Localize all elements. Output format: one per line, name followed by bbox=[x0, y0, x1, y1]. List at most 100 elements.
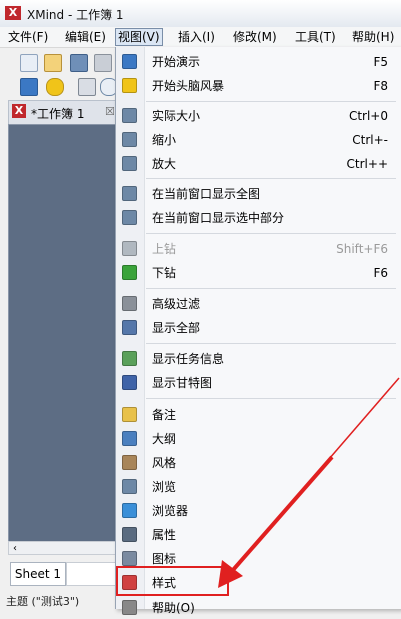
menu-item-notes[interactable]: 备注 bbox=[116, 404, 401, 426]
drill-up-icon bbox=[122, 241, 137, 256]
sheet-tab[interactable]: Sheet 1 bbox=[10, 562, 66, 586]
menu-separator bbox=[146, 398, 396, 399]
browser-icon bbox=[122, 503, 137, 518]
scroll-left-arrow-icon[interactable]: ‹ bbox=[13, 543, 17, 554]
menu-item-help-partial[interactable]: 帮助(O) bbox=[116, 597, 401, 619]
menu-separator bbox=[146, 101, 396, 102]
horizontal-scrollbar[interactable]: ‹ bbox=[8, 541, 116, 555]
menu-item-outline[interactable]: 大纲 bbox=[116, 428, 401, 450]
menu-separator bbox=[146, 178, 396, 179]
menu-help[interactable]: 帮助(H) bbox=[350, 29, 396, 45]
menu-item-fit-map[interactable]: 在当前窗口显示全图 bbox=[116, 183, 401, 205]
menu-item-label: 图标 bbox=[152, 552, 177, 566]
menu-item-label: 大纲 bbox=[152, 432, 177, 446]
menu-item-label: 在当前窗口显示选中部分 bbox=[152, 211, 285, 225]
menu-item-label: 显示甘特图 bbox=[152, 376, 213, 390]
browse-icon bbox=[122, 479, 137, 494]
menu-tools[interactable]: 工具(T) bbox=[293, 29, 338, 45]
window-title: XMind - 工作簿 1 bbox=[27, 8, 124, 22]
menu-item-drill-up[interactable]: 上钻 Shift+F6 bbox=[116, 238, 401, 260]
menu-file[interactable]: 文件(F) bbox=[6, 29, 50, 45]
menu-item-label: 缩小 bbox=[152, 133, 177, 147]
save-icon[interactable] bbox=[70, 54, 88, 72]
close-tab-icon[interactable]: ☒ bbox=[105, 105, 115, 118]
menu-item-shortcut: F6 bbox=[373, 266, 388, 280]
menu-item-label: 浏览器 bbox=[152, 504, 189, 518]
notes-icon bbox=[122, 407, 137, 422]
menu-edit[interactable]: 编辑(E) bbox=[63, 29, 108, 45]
menu-item-label: 下钻 bbox=[152, 266, 177, 280]
menu-item-label: 帮助(O) bbox=[152, 601, 195, 615]
filter-icon bbox=[122, 296, 137, 311]
menu-item-shortcut: F5 bbox=[373, 55, 388, 69]
menu-separator bbox=[146, 233, 396, 234]
menu-item-label: 在当前窗口显示全图 bbox=[152, 187, 261, 201]
print-icon[interactable] bbox=[94, 54, 112, 72]
menu-item-shortcut: F8 bbox=[373, 79, 388, 93]
menu-item-label: 上钻 bbox=[152, 242, 177, 256]
gantt-icon bbox=[122, 375, 137, 390]
menu-item-start-brainstorm[interactable]: 开始头脑风暴 F8 bbox=[116, 75, 401, 97]
menu-item-style[interactable]: 风格 bbox=[116, 452, 401, 474]
menu-item-actual-size[interactable]: 实际大小 Ctrl+0 bbox=[116, 105, 401, 127]
menu-item-label: 显示全部 bbox=[152, 321, 201, 335]
icons-icon bbox=[122, 551, 137, 566]
menu-item-properties[interactable]: 属性 bbox=[116, 524, 401, 546]
drill-down-icon bbox=[122, 265, 137, 280]
help-icon bbox=[122, 600, 137, 615]
menu-item-zoom-out[interactable]: 缩小 Ctrl+- bbox=[116, 129, 401, 151]
show-all-icon bbox=[122, 320, 137, 335]
menu-item-browse[interactable]: 浏览 bbox=[116, 476, 401, 498]
menu-item-label: 浏览 bbox=[152, 480, 177, 494]
menu-item-label: 开始头脑风暴 bbox=[152, 79, 225, 93]
brainstorm-icon[interactable] bbox=[46, 78, 64, 96]
zoom-in-icon bbox=[122, 156, 137, 171]
menu-item-shortcut: Ctrl++ bbox=[346, 157, 388, 171]
menu-item-label: 风格 bbox=[152, 456, 177, 470]
mind-map-canvas[interactable] bbox=[8, 124, 118, 542]
menu-item-drill-down[interactable]: 下钻 F6 bbox=[116, 262, 401, 284]
menu-item-label: 属性 bbox=[152, 528, 177, 542]
presentation-icon[interactable] bbox=[20, 78, 38, 96]
sheet-tab-area bbox=[66, 562, 118, 586]
title-bar: X XMind - 工作簿 1 bbox=[0, 0, 401, 28]
menu-item-label: 开始演示 bbox=[152, 55, 201, 69]
menu-item-shortcut: Ctrl+- bbox=[352, 133, 388, 147]
fit-map-icon bbox=[122, 186, 137, 201]
menu-separator bbox=[146, 343, 396, 344]
export-icon[interactable] bbox=[78, 78, 96, 96]
workbook-tab[interactable]: X *工作簿 1 ☒ bbox=[8, 100, 122, 125]
menu-separator bbox=[146, 288, 396, 289]
toolbar-row-2 bbox=[0, 76, 120, 98]
task-info-icon bbox=[122, 351, 137, 366]
status-bar: 主题 ("测试3") bbox=[6, 595, 80, 608]
new-file-icon[interactable] bbox=[20, 54, 38, 72]
highlight-box bbox=[116, 566, 229, 596]
menu-item-zoom-in[interactable]: 放大 Ctrl++ bbox=[116, 153, 401, 175]
menu-item-gantt[interactable]: 显示甘特图 bbox=[116, 372, 401, 394]
menu-item-task-info[interactable]: 显示任务信息 bbox=[116, 348, 401, 370]
menu-item-label: 放大 bbox=[152, 157, 177, 171]
menu-item-label: 备注 bbox=[152, 408, 177, 422]
menu-item-fit-selection[interactable]: 在当前窗口显示选中部分 bbox=[116, 207, 401, 229]
xmind-logo-icon: X bbox=[5, 6, 21, 20]
menu-item-show-all[interactable]: 显示全部 bbox=[116, 317, 401, 339]
menu-modify[interactable]: 修改(M) bbox=[231, 29, 279, 45]
menu-view[interactable]: 视图(V) bbox=[115, 28, 163, 46]
toolbar-row-1 bbox=[0, 52, 120, 74]
menu-item-label: 显示任务信息 bbox=[152, 352, 225, 366]
menu-item-label: 实际大小 bbox=[152, 109, 201, 123]
menu-insert[interactable]: 插入(I) bbox=[176, 29, 217, 45]
zoom-actual-icon bbox=[122, 108, 137, 123]
view-menu-dropdown: 开始演示 F5 开始头脑风暴 F8 实际大小 Ctrl+0 缩小 Ctrl+- … bbox=[115, 47, 401, 615]
fit-selection-icon bbox=[122, 210, 137, 225]
properties-icon bbox=[122, 527, 137, 542]
open-folder-icon[interactable] bbox=[44, 54, 62, 72]
menu-item-browser[interactable]: 浏览器 bbox=[116, 500, 401, 522]
menu-item-shortcut: Shift+F6 bbox=[336, 242, 388, 256]
zoom-out-icon bbox=[122, 132, 137, 147]
menu-item-start-presentation[interactable]: 开始演示 F5 bbox=[116, 51, 401, 73]
menu-bar: 文件(F) 编辑(E) 视图(V) 插入(I) 修改(M) 工具(T) 帮助(H… bbox=[0, 27, 401, 48]
outline-icon bbox=[122, 431, 137, 446]
menu-item-advanced-filter[interactable]: 高级过滤 bbox=[116, 293, 401, 315]
